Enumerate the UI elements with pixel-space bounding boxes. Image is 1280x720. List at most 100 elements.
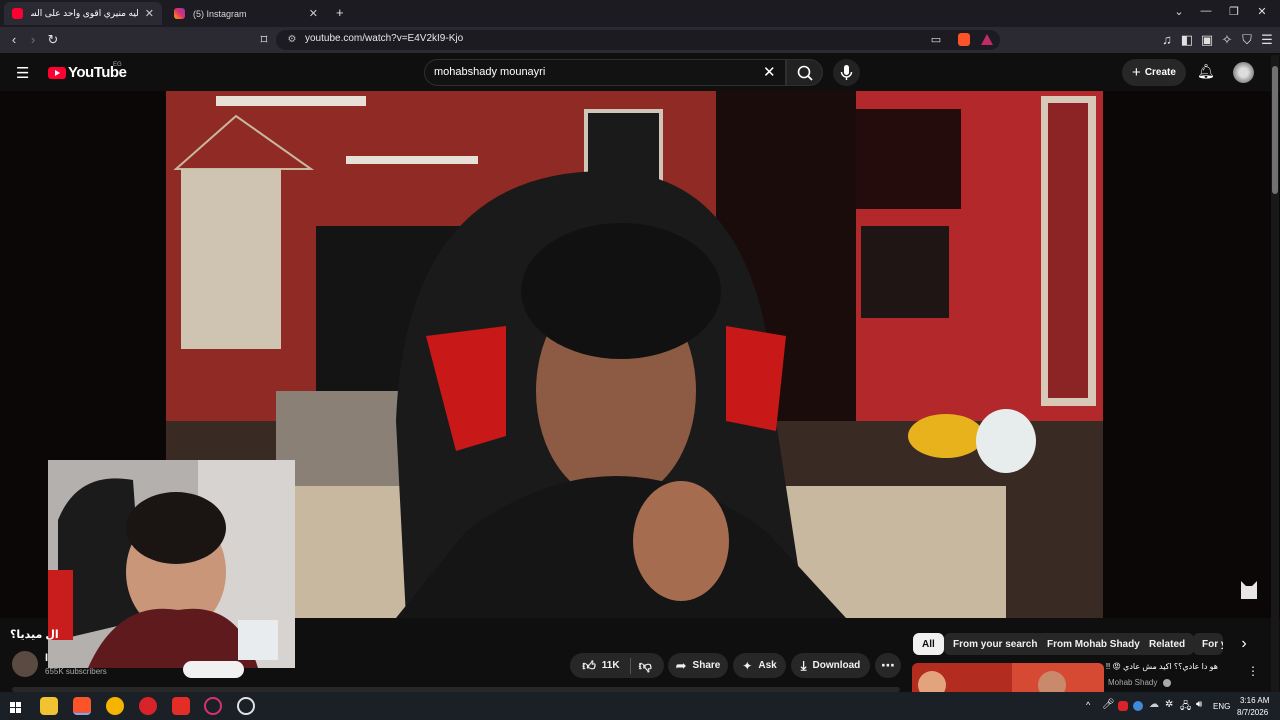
restore-icon[interactable]: ❐ — [1224, 5, 1244, 18]
site-info-icon[interactable]: ⚙ — [284, 32, 300, 48]
ask-button[interactable]: ✦ Ask — [733, 653, 786, 678]
chips-next-chevron-icon[interactable]: › — [1233, 633, 1255, 655]
app-yellow-icon[interactable] — [106, 697, 124, 715]
share-label: Share — [692, 660, 721, 671]
channel-name[interactable]: I — [45, 652, 48, 664]
cat-silhouette — [1241, 581, 1257, 599]
like-count: 11K — [601, 660, 620, 671]
app-red-play-icon[interactable] — [172, 697, 190, 715]
clear-search-icon[interactable]: ✕ — [763, 63, 776, 81]
recommendation-thumbnail[interactable] — [912, 663, 1104, 693]
tray-volume-icon[interactable]: 🔊︎ — [1196, 699, 1202, 710]
close-tab-icon[interactable]: ✕ — [309, 7, 318, 20]
tray-overflow-chevron-icon[interactable]: ^ — [1086, 700, 1090, 710]
new-tab-button[interactable]: + — [336, 5, 344, 20]
subscribe-button[interactable] — [183, 661, 244, 678]
tab-title: ليه منيري اقوى واحد على السوشيال — [31, 8, 139, 18]
verified-badge-icon — [1162, 678, 1171, 687]
app-red-round-icon[interactable] — [139, 697, 157, 715]
menu-icon[interactable]: ☰ — [1259, 32, 1275, 48]
dislike-button[interactable]: 👎︎ — [637, 658, 652, 674]
chip-all[interactable]: All — [913, 633, 944, 655]
picture-in-picture-window[interactable] — [48, 460, 295, 668]
recommendation-channel-name: Mohab Shady — [1108, 678, 1158, 687]
reload-icon[interactable]: ↻ — [45, 32, 61, 48]
tab-list-chevron-icon[interactable]: ⌄ — [1169, 5, 1189, 18]
tray-network-icon[interactable]: 🖧︎ — [1180, 699, 1191, 716]
ask-label: Ask — [758, 660, 777, 671]
play-triangle-icon — [55, 70, 60, 76]
tray-microphone-icon[interactable]: 🎤︎ — [1102, 699, 1115, 710]
like-dislike-group: 👍︎ 11K 👎︎ — [570, 653, 664, 678]
tab-youtube-video[interactable]: ليه منيري اقوى واحد على السوشيال ✕ — [4, 2, 162, 25]
tray-cloud-icon[interactable]: ☁ — [1149, 699, 1159, 710]
recommendation-title[interactable]: هو دا عادي؟؟ اكيد مش عادي 😡 !! — [1106, 662, 1218, 671]
app-circle-icon[interactable] — [204, 697, 222, 715]
chip-for-you[interactable]: For y — [1193, 633, 1223, 655]
video-frame — [166, 91, 1103, 618]
share-arrow-icon: ➦ — [675, 657, 687, 673]
windows-start-icon[interactable] — [10, 700, 21, 713]
guide-menu-icon[interactable]: ☰ — [16, 64, 29, 82]
subscriber-count: 655K subscribers — [45, 667, 107, 676]
tray-app-blue-icon[interactable] — [1133, 701, 1143, 711]
video-title: ال ميديا؟ — [10, 629, 59, 641]
bookmark-icon[interactable]: ⌑ — [256, 32, 272, 48]
thumbnail-image — [912, 663, 1104, 693]
leo-ai-icon[interactable]: ✧ — [1219, 32, 1235, 48]
chip-related[interactable]: Related — [1140, 633, 1195, 655]
plus-icon: + — [1132, 64, 1141, 81]
notifications-bell-icon[interactable]: 🔔︎ — [1197, 63, 1215, 80]
close-window-icon[interactable]: ✕ — [1252, 5, 1272, 18]
brave-extension-cat-icon[interactable] — [1238, 577, 1260, 601]
tray-app-red-icon[interactable] — [1118, 701, 1128, 711]
instagram-favicon-icon — [174, 8, 185, 19]
youtube-favicon-icon — [12, 8, 23, 19]
url-text: youtube.com/watch?v=E4V2kI9-Kjo — [305, 33, 464, 44]
clock-date[interactable]: 8/7/2026 — [1237, 708, 1268, 717]
video-player[interactable] — [166, 91, 1103, 618]
forward-icon[interactable]: › — [25, 32, 41, 48]
windows-logo — [10, 702, 21, 713]
recommendation-channel[interactable]: Mohab Shady — [1108, 678, 1171, 687]
tray-settings-icon[interactable]: ✲ — [1165, 699, 1173, 710]
media-icon[interactable]: ♫ — [1159, 32, 1175, 48]
microphone-icon — [840, 65, 853, 80]
search-icon — [797, 65, 813, 81]
player-letterbox-right — [1103, 91, 1280, 618]
download-label: Download — [812, 660, 861, 671]
wallet-icon[interactable]: ▣ — [1199, 32, 1215, 48]
create-label: Create — [1144, 67, 1176, 78]
search-button[interactable] — [786, 59, 823, 86]
download-button[interactable]: ⤓ Download — [791, 653, 870, 678]
voice-search-button[interactable] — [833, 59, 860, 86]
account-avatar[interactable] — [1233, 62, 1254, 83]
back-icon[interactable]: ‹ — [6, 32, 22, 48]
vpn-icon[interactable]: ⛉ — [1239, 32, 1255, 48]
share-button[interactable]: ➦ Share — [668, 653, 728, 678]
clock-time[interactable]: 3:16 AM — [1240, 696, 1269, 705]
search-input[interactable] — [434, 66, 754, 78]
app-steam-like-icon[interactable] — [237, 697, 255, 715]
minimize-icon[interactable]: — — [1196, 5, 1216, 17]
channel-avatar[interactable] — [12, 651, 38, 677]
create-button[interactable]: + Create — [1122, 59, 1186, 86]
chip-from-your-search[interactable]: From your search — [944, 633, 1047, 655]
brave-browser-icon[interactable] — [73, 697, 91, 715]
sidebar-toggle-icon[interactable]: ◧ — [1179, 32, 1195, 48]
recommendation-menu-icon[interactable]: ⋮ — [1247, 664, 1259, 678]
brave-shields-icon[interactable] — [958, 33, 970, 46]
cast-icon[interactable]: ▭ — [928, 32, 944, 48]
close-tab-icon[interactable]: ✕ — [145, 7, 154, 20]
brave-rewards-icon[interactable] — [981, 34, 993, 45]
download-icon: ⤓ — [800, 657, 807, 673]
pip-frame — [48, 460, 295, 668]
chip-from-channel[interactable]: From Mohab Shady — [1038, 633, 1149, 655]
like-button[interactable]: 👍︎ 11K — [582, 657, 631, 674]
more-actions-button[interactable]: ⋯ — [875, 653, 901, 678]
file-explorer-icon[interactable] — [40, 697, 58, 715]
input-language[interactable]: ENG — [1213, 702, 1230, 711]
sparkle-icon: ✦ — [742, 658, 753, 673]
page-scrollbar-thumb[interactable] — [1272, 66, 1278, 194]
tab-instagram[interactable]: (5) Instagram ✕ — [166, 2, 326, 25]
